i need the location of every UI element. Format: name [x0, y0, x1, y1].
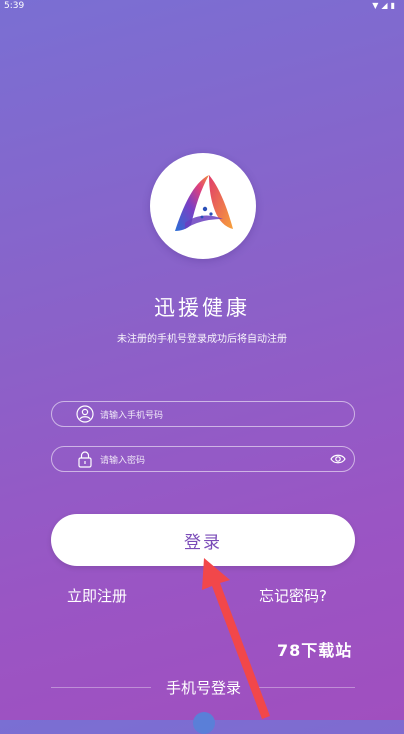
- password-input[interactable]: 请输入密码: [51, 446, 355, 472]
- divider-left: [51, 687, 151, 688]
- login-button-label: 登录: [184, 533, 222, 553]
- app-subtitle: 未注册的手机号登录成功后将自动注册: [117, 334, 287, 345]
- app-logo: [150, 153, 256, 259]
- logo-a-icon: [175, 175, 233, 231]
- password-placeholder: 请输入密码: [100, 456, 146, 466]
- register-link[interactable]: 立即注册: [67, 585, 127, 606]
- phone-placeholder: 请输入手机号码: [100, 411, 164, 421]
- lock-icon: [78, 451, 92, 468]
- eye-icon[interactable]: [330, 451, 346, 467]
- phone-input[interactable]: 请输入手机号码: [51, 401, 355, 427]
- status-icons: ▼◢▮: [372, 1, 398, 10]
- app-title: 迅援健康: [154, 296, 250, 320]
- user-icon: [76, 405, 94, 423]
- status-time: 5:39: [4, 1, 25, 11]
- status-bar: 5:39 ▼◢▮: [0, 0, 404, 14]
- red-arrow-annotation: [202, 558, 270, 719]
- watermark: 78下载站: [277, 641, 353, 660]
